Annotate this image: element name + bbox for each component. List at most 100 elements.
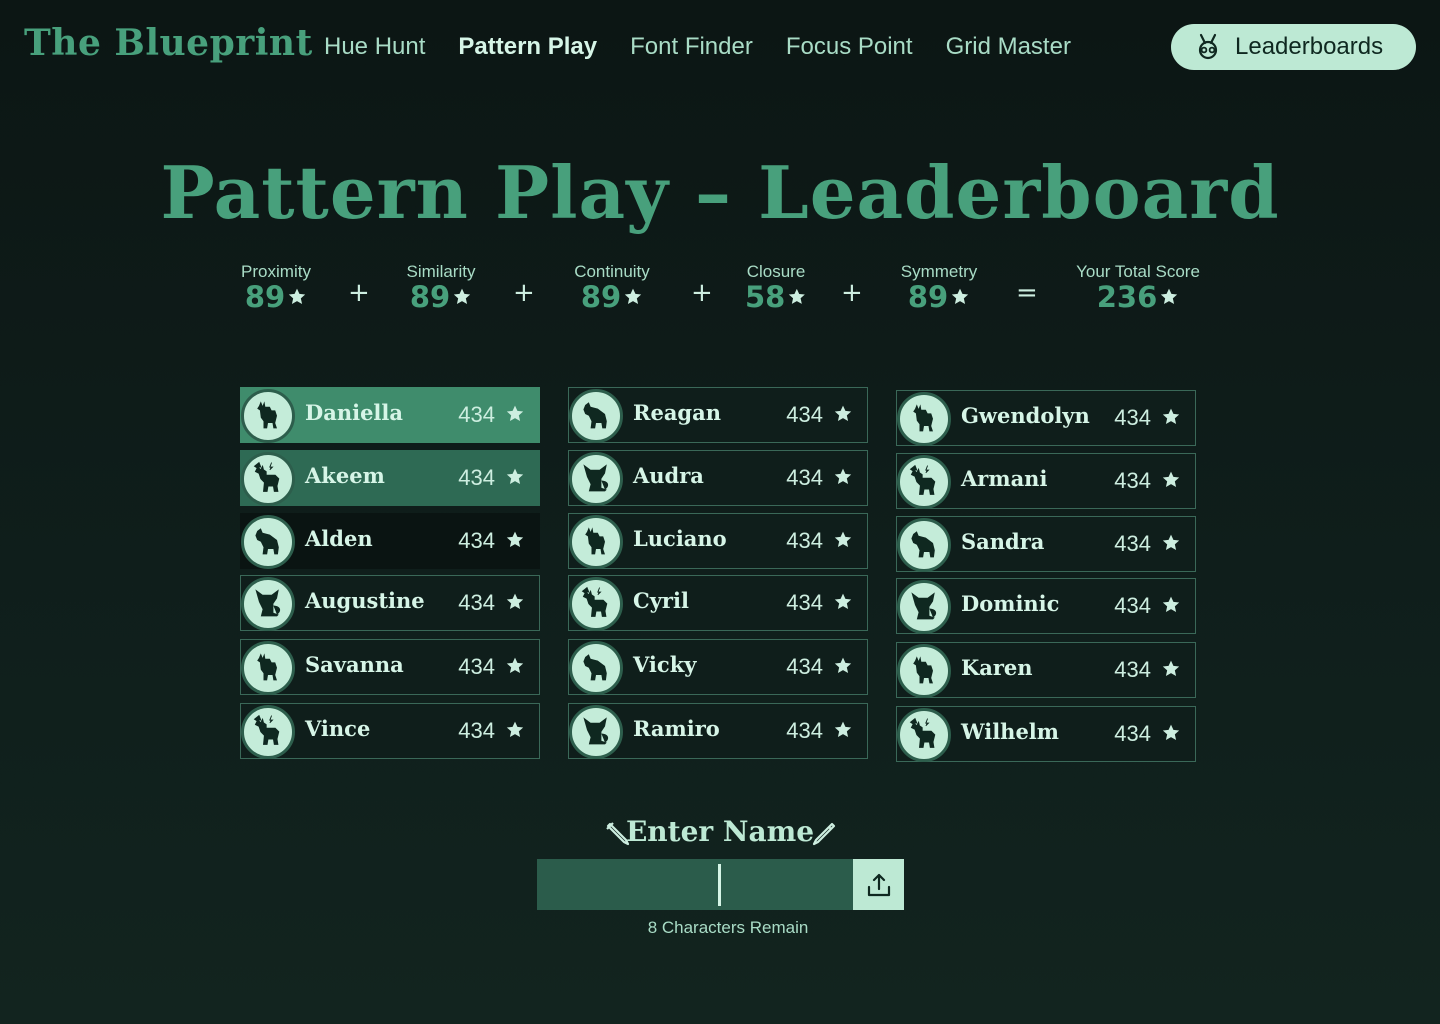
score-proximity: Proximity 89 (237, 262, 315, 314)
score-label: Symmetry (900, 262, 978, 281)
star-icon (505, 656, 525, 680)
plus-operator: + (513, 278, 535, 308)
score-symmetry: Symmetry 89 (895, 262, 983, 314)
avatar (569, 452, 623, 506)
score-label: Continuity (574, 262, 650, 281)
star-icon (952, 288, 969, 304)
star-icon (789, 288, 806, 304)
score-value: 89 (895, 280, 983, 314)
nav-link-focus-point[interactable]: Focus Point (786, 33, 913, 61)
leaderboards-label: Leaderboards (1235, 33, 1384, 60)
leaderboard-row: Reagan 434 (568, 387, 868, 443)
player-name: Daniella (305, 400, 403, 425)
player-score: 434 (458, 590, 495, 615)
star-icon (505, 404, 525, 428)
score-label: Closure (746, 262, 806, 281)
score-continuity: Continuity 89 (567, 262, 657, 314)
player-score: 434 (786, 718, 823, 743)
player-name: Vicky (633, 652, 697, 677)
score-value: 58 (745, 280, 807, 314)
leaderboard-row: Dominic 434 (896, 578, 1196, 634)
avatar (897, 455, 951, 509)
leaderboard-row: Sandra 434 (896, 516, 1196, 572)
player-score: 434 (1114, 531, 1151, 556)
player-name: Karen (961, 655, 1033, 680)
leaderboard-row: Ramiro 434 (568, 703, 868, 759)
bear-icon (578, 396, 614, 436)
fox-icon (578, 712, 614, 752)
player-score: 434 (1114, 657, 1151, 682)
star-icon (833, 404, 853, 428)
player-score: 434 (1114, 721, 1151, 746)
nav-link-hue-hunt[interactable]: Hue Hunt (324, 33, 425, 61)
nav-link-pattern-play[interactable]: Pattern Play (458, 33, 597, 61)
leaderboard-row: Wilhelm 434 (896, 706, 1196, 762)
avatar (241, 641, 295, 695)
player-score: 434 (786, 402, 823, 427)
star-icon (833, 656, 853, 680)
player-name: Cyril (633, 588, 689, 613)
avatar (897, 708, 951, 762)
submit-upload-button[interactable] (853, 859, 904, 910)
score-closure: Closure 58 (745, 262, 807, 314)
player-score: 434 (786, 654, 823, 679)
player-name: Vince (305, 716, 371, 741)
leaderboards-button[interactable]: Leaderboards (1171, 24, 1416, 70)
star-icon (505, 592, 525, 616)
avatar (897, 644, 951, 698)
player-name: Savanna (305, 652, 404, 677)
player-name: Wilhelm (961, 719, 1059, 744)
player-score: 434 (786, 528, 823, 553)
star-icon (289, 288, 306, 304)
player-name: Luciano (633, 526, 727, 551)
avatar (569, 705, 623, 759)
plus-operator: + (691, 278, 713, 308)
player-name: Reagan (633, 400, 721, 425)
player-name: Dominic (961, 591, 1060, 616)
text-caret (718, 864, 721, 906)
top-nav: The Blueprint Hue Hunt Pattern Play Font… (0, 0, 1440, 96)
player-score: 434 (458, 718, 495, 743)
score-value: 236 (1068, 280, 1208, 314)
plus-operator: + (841, 278, 863, 308)
score-value: 89 (567, 280, 657, 314)
nav-links: Hue Hunt Pattern Play Font Finder Focus … (324, 33, 1104, 61)
leaderboard-row: Luciano 434 (568, 513, 868, 569)
star-icon (454, 288, 471, 304)
star-icon (833, 720, 853, 744)
player-name: Akeem (305, 463, 385, 488)
player-name: Alden (305, 526, 373, 551)
leaderboard-row: Augustine 434 (240, 575, 540, 631)
score-number: 236 (1096, 280, 1158, 314)
name-input[interactable] (537, 859, 853, 910)
upload-icon (867, 873, 890, 896)
avatar (241, 577, 295, 631)
avatar (241, 515, 295, 569)
star-icon (1161, 723, 1181, 747)
avatar (241, 452, 295, 506)
score-value: 89 (402, 280, 480, 314)
avatar (241, 705, 295, 759)
leaderboard-row: Savanna 434 (240, 639, 540, 695)
player-score: 434 (786, 465, 823, 490)
nav-link-font-finder[interactable]: Font Finder (630, 33, 753, 61)
score-number: 89 (244, 280, 286, 314)
star-icon (833, 467, 853, 491)
avatar (569, 577, 623, 631)
star-icon (1161, 407, 1181, 431)
brand-logo[interactable]: The Blueprint (24, 22, 313, 64)
star-icon (1161, 470, 1181, 494)
player-name: Sandra (961, 529, 1045, 554)
giraffe-icon (906, 651, 942, 691)
fox-icon (906, 587, 942, 627)
nav-link-grid-master[interactable]: Grid Master (946, 33, 1071, 61)
star-icon (505, 467, 525, 491)
score-label: Similarity (406, 262, 476, 281)
avatar (897, 392, 951, 446)
score-label: Proximity (241, 262, 311, 281)
leaderboard-row: Karen 434 (896, 642, 1196, 698)
giraffe-icon (250, 396, 286, 436)
player-score: 434 (458, 465, 495, 490)
score-number: 89 (907, 280, 949, 314)
leaderboard-row: Armani 434 (896, 453, 1196, 509)
